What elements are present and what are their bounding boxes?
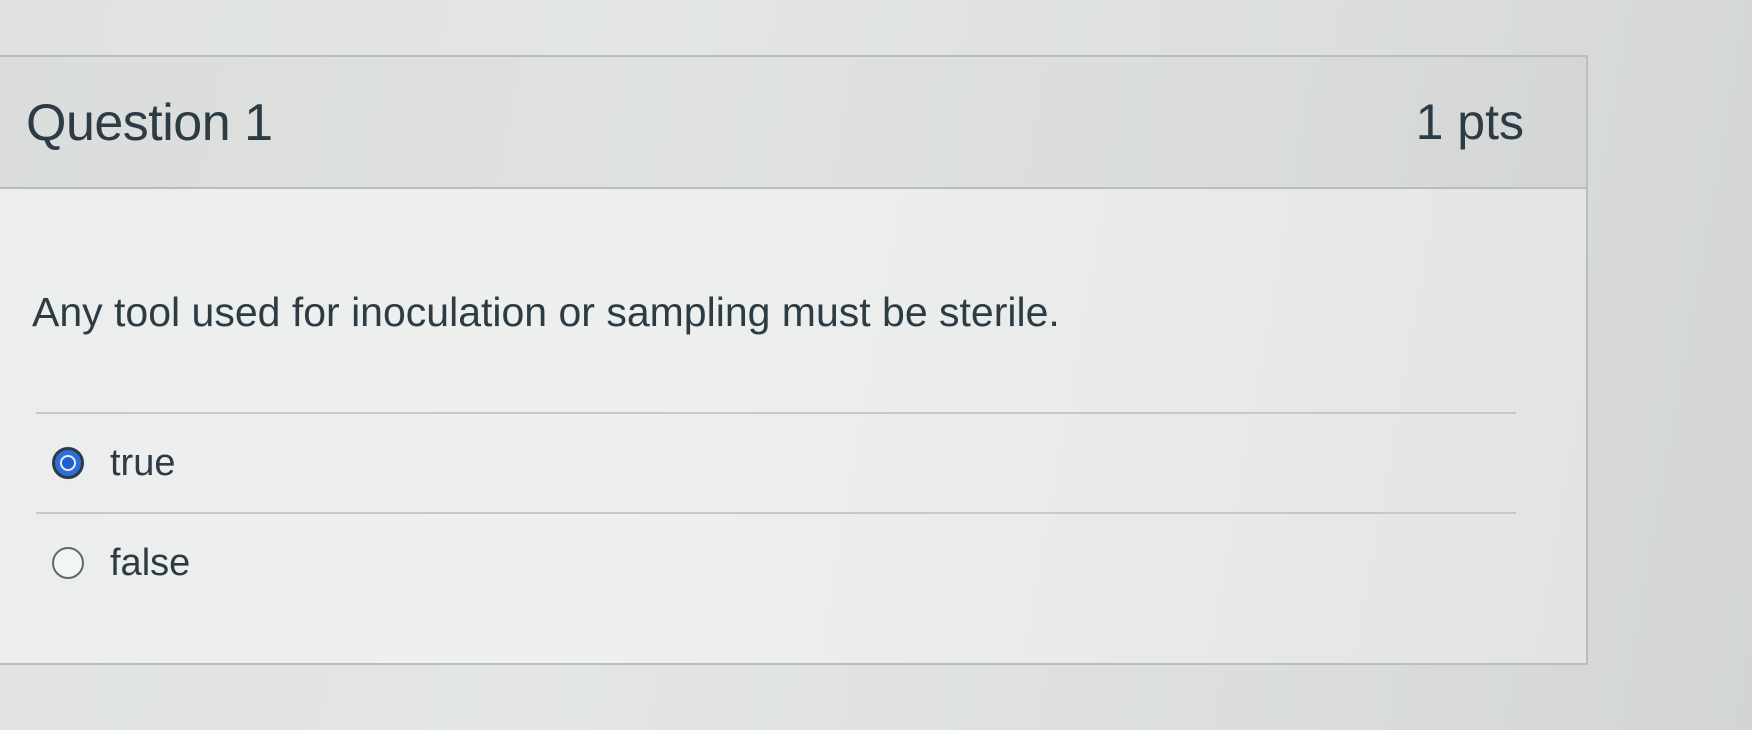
question-title: Question 1 [26,94,273,152]
answer-list: true false [36,412,1516,612]
answer-option-false[interactable]: false [36,514,1516,612]
question-text: Any tool used for inoculation or samplin… [32,289,1060,335]
question-header: Question 1 1 pts [0,57,1586,189]
answer-label[interactable]: true [110,442,175,485]
answer-label[interactable]: false [110,542,190,585]
radio-unselected-icon[interactable] [52,547,84,579]
question-card: Question 1 1 pts Any tool used for inocu… [0,55,1588,665]
answer-option-true[interactable]: true [36,414,1516,512]
radio-selected-icon[interactable] [52,447,84,479]
question-points: 1 pts [1415,94,1524,150]
